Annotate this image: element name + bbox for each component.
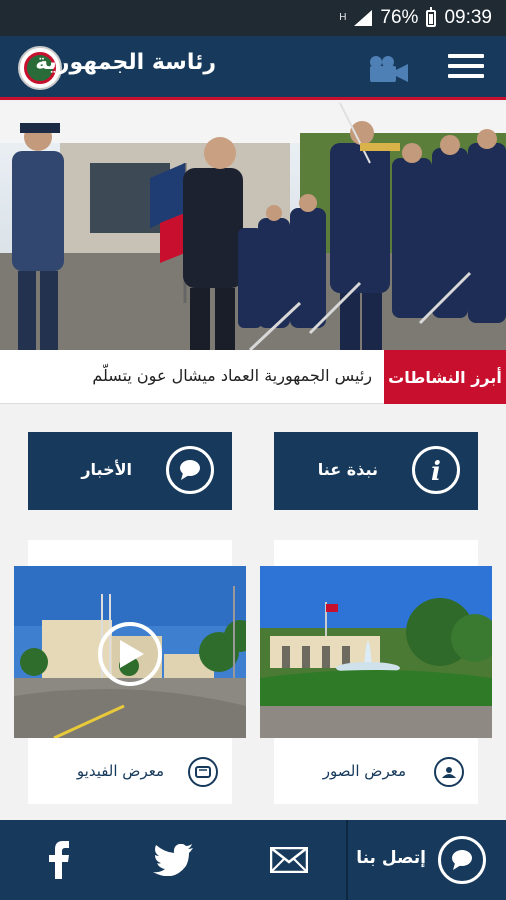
email-icon[interactable]: [266, 840, 312, 880]
network-type-indicator: H: [339, 12, 347, 23]
signal-icon: [354, 10, 373, 26]
video-camera-icon[interactable]: [368, 56, 410, 82]
video-gallery-thumbnail[interactable]: [14, 566, 246, 738]
app-bar: رئاسة الجمهورية: [0, 36, 506, 100]
about-us-tile[interactable]: i نبذة عنا: [274, 432, 478, 510]
highlights-ticker[interactable]: أبرز النشاطات رئيس الجمهورية العماد ميشا…: [0, 350, 506, 404]
speech-bubble-icon: [166, 446, 214, 494]
clock: 09:39: [444, 7, 492, 28]
photo-gallery-caption[interactable]: معرض الصور: [274, 740, 478, 804]
highlights-label: أبرز النشاطات: [384, 350, 506, 404]
status-bar: H 76% 09:39: [0, 0, 506, 36]
footer-bar: إتصل بنا: [0, 820, 506, 900]
battery-icon: [426, 6, 437, 27]
photo-gallery-thumbnail[interactable]: [260, 566, 492, 738]
app-title: رئاسة الجمهورية: [35, 50, 216, 75]
ticker-headline[interactable]: رئيس الجمهورية العماد ميشال عون يتسلّم: [92, 366, 372, 385]
svg-text:i: i: [431, 457, 441, 484]
contact-us-label: إتصل بنا: [356, 848, 426, 868]
about-us-label: نبذة عنا: [317, 460, 378, 479]
contact-us-button[interactable]: إتصل بنا: [348, 820, 506, 900]
photo-icon: [434, 757, 464, 787]
video-gallery-caption[interactable]: معرض الفيديو: [28, 740, 232, 804]
video-gallery-label: معرض الفيديو: [76, 762, 164, 780]
chat-bubble-icon: [438, 836, 486, 884]
twitter-icon[interactable]: [150, 840, 196, 880]
photo-gallery-label: معرض الصور: [322, 762, 406, 780]
video-icon: [188, 757, 218, 787]
facebook-icon[interactable]: [36, 840, 82, 880]
hero-image[interactable]: [0, 103, 506, 350]
news-label: الأخبار: [81, 460, 132, 479]
info-icon: i: [412, 446, 460, 494]
news-tile[interactable]: الأخبار: [28, 432, 232, 510]
battery-percent: 76%: [380, 7, 419, 28]
hamburger-menu-icon[interactable]: [448, 54, 484, 82]
